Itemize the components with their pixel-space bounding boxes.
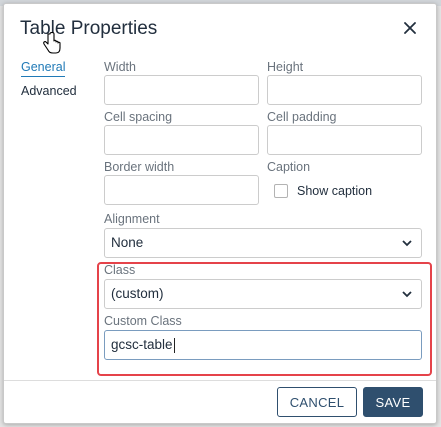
custom-class-label: Custom Class	[104, 314, 182, 328]
footer-divider	[4, 380, 436, 381]
show-caption-label[interactable]: Show caption	[297, 184, 372, 198]
cell-padding-input[interactable]	[267, 125, 422, 155]
cell-spacing-label: Cell spacing	[104, 110, 173, 124]
hand-cursor-icon	[43, 32, 61, 54]
height-input[interactable]	[267, 75, 422, 105]
save-button[interactable]: SAVE	[363, 387, 423, 417]
cancel-button[interactable]: CANCEL	[277, 387, 357, 417]
tab-general-label: General	[21, 60, 66, 77]
close-icon	[404, 22, 416, 34]
cell-padding-label: Cell padding	[267, 110, 337, 124]
show-caption-checkbox[interactable]	[274, 184, 288, 198]
caption-label: Caption	[267, 160, 311, 174]
close-button[interactable]	[398, 16, 422, 40]
text-caret	[173, 337, 175, 353]
width-input[interactable]	[104, 75, 259, 105]
tab-general[interactable]: General	[21, 60, 66, 77]
width-label: Width	[104, 60, 136, 74]
class-selected-value: (custom)	[111, 286, 164, 301]
dialog-title: Table Properties	[20, 18, 158, 39]
class-label: Class	[104, 263, 136, 277]
alignment-label: Alignment	[104, 212, 160, 226]
alignment-select[interactable]: None	[104, 228, 422, 258]
cell-spacing-input[interactable]	[104, 125, 259, 155]
custom-class-value: gcsc-table	[111, 337, 173, 352]
border-width-label: Border width	[104, 160, 175, 174]
tab-advanced[interactable]: Advanced	[21, 84, 77, 98]
class-select[interactable]: (custom)	[104, 279, 422, 309]
chevron-down-icon	[402, 291, 412, 298]
tab-advanced-label: Advanced	[21, 84, 77, 98]
custom-class-input[interactable]: gcsc-table	[104, 330, 422, 360]
chevron-down-icon	[402, 240, 412, 247]
alignment-selected-value: None	[111, 235, 144, 250]
border-width-input[interactable]	[104, 175, 259, 205]
height-label: Height	[267, 60, 304, 74]
table-properties-dialog: Table Properties General Advanced Width …	[3, 3, 437, 424]
